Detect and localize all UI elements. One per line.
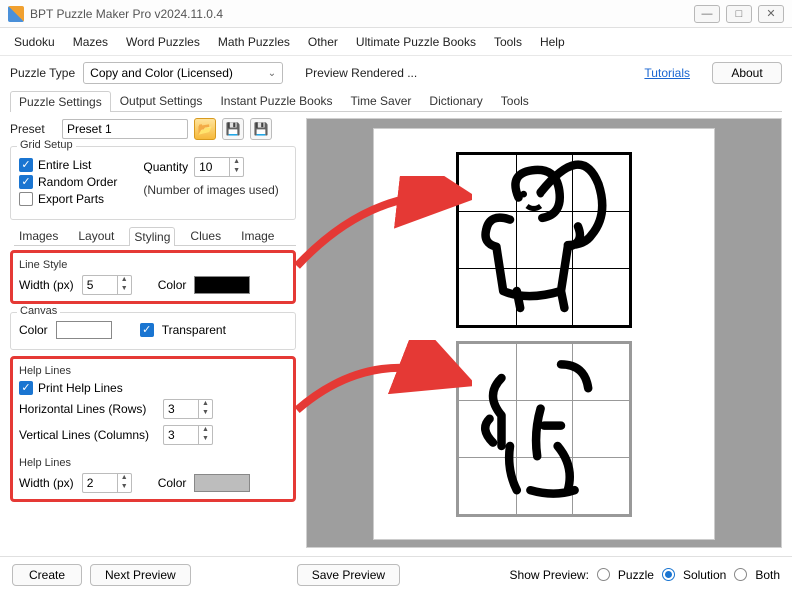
menu-ultimate-puzzle-books[interactable]: Ultimate Puzzle Books [356,35,476,49]
radio-puzzle[interactable] [597,568,610,581]
cols-label: Vertical Lines (Columns) [19,428,155,442]
canvas-color-label: Color [19,323,48,337]
entire-list-checkbox[interactable]: ✓ [19,158,33,172]
quantity-stepper[interactable]: ▲▼ [194,157,244,177]
canvas-color-swatch[interactable] [56,321,112,339]
menu-math-puzzles[interactable]: Math Puzzles [218,35,290,49]
help-width-label: Width (px) [19,476,74,490]
quantity-note: (Number of images used) [143,183,278,197]
preview-status: Preview Rendered ... [305,66,417,80]
help-width-stepper[interactable]: ▲▼ [82,473,132,493]
radio-solution[interactable] [662,568,675,581]
line-width-input[interactable] [82,275,118,295]
tab-puzzle-settings[interactable]: Puzzle Settings [10,91,111,112]
menu-sudoku[interactable]: Sudoku [14,35,55,49]
tab-tools[interactable]: Tools [492,90,538,111]
menu-word-puzzles[interactable]: Word Puzzles [126,35,200,49]
print-help-lines-label: Print Help Lines [38,381,123,395]
tab-instant-puzzle-books[interactable]: Instant Puzzle Books [211,90,341,111]
app-icon [8,6,24,22]
innertab-images[interactable]: Images [14,226,63,245]
help-lines-title: Help Lines [19,365,287,377]
menu-tools[interactable]: Tools [494,35,522,49]
next-preview-button[interactable]: Next Preview [90,564,191,586]
save-icon: 💾 [226,122,241,136]
cols-input[interactable] [163,425,199,445]
quantity-label: Quantity [143,160,188,174]
maximize-button[interactable]: □ [726,5,752,23]
print-help-lines-checkbox[interactable]: ✓ [19,381,33,395]
cols-stepper[interactable]: ▲▼ [163,425,213,445]
about-button[interactable]: About [712,62,782,84]
puzzle-type-select[interactable]: Copy and Color (Licensed) ⌄ [83,62,283,84]
puzzle-type-value: Copy and Color (Licensed) [90,66,233,80]
preview-image-top [456,152,632,328]
tutorials-link[interactable]: Tutorials [644,66,690,80]
transparent-checkbox[interactable]: ✓ [140,323,154,337]
canvas-title: Canvas [17,305,60,317]
innertab-styling[interactable]: Styling [129,227,175,246]
random-order-label: Random Order [38,175,117,189]
preview-page [374,129,714,539]
help-color-label: Color [158,476,187,490]
line-width-label: Width (px) [19,278,74,292]
tab-time-saver[interactable]: Time Saver [342,90,421,111]
preview-pane [306,118,782,548]
help-lines-sub-title: Help Lines [19,457,287,469]
save-as-icon: 💾 [254,122,269,136]
innertab-image[interactable]: Image [236,226,279,245]
folder-icon: 📂 [198,122,213,136]
save-preset-button[interactable]: 💾 [222,118,244,140]
menu-other[interactable]: Other [308,35,338,49]
quantity-input[interactable] [194,157,230,177]
random-order-checkbox[interactable]: ✓ [19,175,33,189]
transparent-label: Transparent [162,323,226,337]
menu-help[interactable]: Help [540,35,565,49]
rows-input[interactable] [163,399,199,419]
line-width-stepper[interactable]: ▲▼ [82,275,132,295]
radio-solution-label: Solution [683,568,726,582]
export-parts-checkbox[interactable] [19,192,33,206]
tab-output-settings[interactable]: Output Settings [111,90,212,111]
minimize-button[interactable]: — [694,5,720,23]
export-parts-label: Export Parts [38,192,104,206]
create-button[interactable]: Create [12,564,82,586]
line-style-title: Line Style [19,259,287,271]
radio-puzzle-label: Puzzle [618,568,654,582]
entire-list-label: Entire List [38,158,91,172]
preset-label: Preset [10,122,56,136]
line-color-swatch[interactable] [194,276,250,294]
puzzle-type-label: Puzzle Type [10,66,75,80]
preview-image-bottom [456,341,632,517]
preset-input[interactable] [62,119,188,139]
rows-stepper[interactable]: ▲▼ [163,399,213,419]
line-color-label: Color [158,278,187,292]
open-preset-button[interactable]: 📂 [194,118,216,140]
help-width-input[interactable] [82,473,118,493]
help-color-swatch[interactable] [194,474,250,492]
save-preview-button[interactable]: Save Preview [297,564,400,586]
grid-setup-title: Grid Setup [17,139,76,151]
show-preview-label: Show Preview: [510,568,589,582]
close-button[interactable]: ✕ [758,5,784,23]
radio-both[interactable] [734,568,747,581]
window-title: BPT Puzzle Maker Pro v2024.11.0.4 [30,7,694,21]
menu-mazes[interactable]: Mazes [73,35,108,49]
chevron-down-icon: ⌄ [268,68,276,79]
radio-both-label: Both [755,568,780,582]
menubar: Sudoku Mazes Word Puzzles Math Puzzles O… [0,28,792,56]
tab-dictionary[interactable]: Dictionary [420,90,491,111]
innertab-layout[interactable]: Layout [73,226,119,245]
innertab-clues[interactable]: Clues [185,226,226,245]
save-preset-as-button[interactable]: 💾 [250,118,272,140]
rows-label: Horizontal Lines (Rows) [19,402,155,416]
